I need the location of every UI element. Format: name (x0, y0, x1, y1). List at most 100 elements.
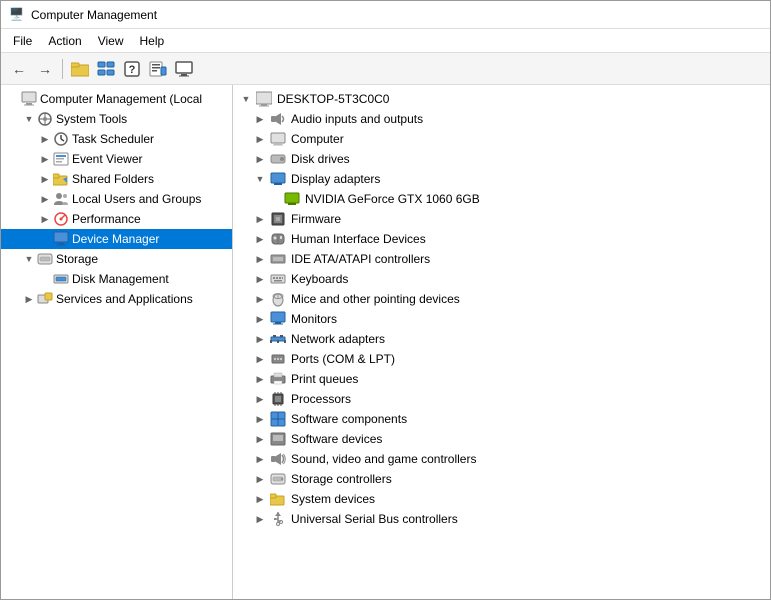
sound-expand[interactable]: ▶ (253, 452, 267, 466)
software-devices-expand[interactable]: ▶ (253, 432, 267, 446)
menu-bar: File Action View Help (1, 29, 770, 53)
hid-expand[interactable]: ▶ (253, 232, 267, 246)
main-content: Computer Management (Local ▼ System Tool… (1, 85, 770, 599)
audio-label: Audio inputs and outputs (291, 112, 423, 126)
mice-expand[interactable]: ▶ (253, 292, 267, 306)
menu-file[interactable]: File (5, 32, 40, 50)
right-item-audio[interactable]: ▶ Audio inputs and outputs (233, 109, 770, 129)
disk-drives-expand[interactable]: ▶ (253, 152, 267, 166)
right-item-software-devices[interactable]: ▶ Software devices (233, 429, 770, 449)
expand-storage[interactable]: ▼ (21, 251, 37, 267)
expand-task-scheduler[interactable]: ▶ (37, 131, 53, 147)
expand-computer-management[interactable] (5, 91, 21, 107)
display-adapters-expand[interactable]: ▼ (253, 172, 267, 186)
right-item-computer[interactable]: ▶ Computer (233, 129, 770, 149)
right-header[interactable]: ▼ DESKTOP-5T3C0C0 (233, 89, 770, 109)
right-item-mice[interactable]: ▶ Mice and other pointing devices (233, 289, 770, 309)
processors-icon (269, 391, 287, 407)
expand-system-tools[interactable]: ▼ (21, 111, 37, 127)
tree-item-computer-management[interactable]: Computer Management (Local (1, 89, 232, 109)
right-item-keyboards[interactable]: ▶ Keyboards (233, 269, 770, 289)
processors-expand[interactable]: ▶ (253, 392, 267, 406)
monitors-icon (269, 311, 287, 327)
expand-device-manager[interactable] (37, 231, 53, 247)
firmware-expand[interactable]: ▶ (253, 212, 267, 226)
right-item-display-adapters[interactable]: ▼ Display adapters (233, 169, 770, 189)
monitors-expand[interactable]: ▶ (253, 312, 267, 326)
forward-button[interactable]: → (33, 57, 57, 81)
expand-event-viewer[interactable]: ▶ (37, 151, 53, 167)
device-manager-icon (53, 231, 69, 247)
nvidia-expand[interactable] (267, 192, 281, 206)
right-item-sound[interactable]: ▶ Sound, video and game controllers (233, 449, 770, 469)
tree-item-system-tools[interactable]: ▼ System Tools (1, 109, 232, 129)
tree-item-task-scheduler[interactable]: ▶ Task Scheduler (1, 129, 232, 149)
expand-services-apps[interactable]: ▶ (21, 291, 37, 307)
desktop-label: DESKTOP-5T3C0C0 (277, 92, 389, 106)
monitor-button[interactable] (172, 57, 196, 81)
right-item-software-components[interactable]: ▶ Software components (233, 409, 770, 429)
right-item-disk-drives[interactable]: ▶ Disk drives (233, 149, 770, 169)
tree-item-disk-management[interactable]: Disk Management (1, 269, 232, 289)
ide-expand[interactable]: ▶ (253, 252, 267, 266)
properties-button[interactable] (146, 57, 170, 81)
event-viewer-label: Event Viewer (72, 152, 142, 166)
expand-local-users[interactable]: ▶ (37, 191, 53, 207)
right-item-ports[interactable]: ▶ Ports (COM & LPT) (233, 349, 770, 369)
menu-action[interactable]: Action (40, 32, 89, 50)
expand-performance[interactable]: ▶ (37, 211, 53, 227)
main-window: 🖥️ Computer Management File Action View … (0, 0, 771, 600)
audio-expand[interactable]: ▶ (253, 112, 267, 126)
services-apps-icon (37, 291, 53, 307)
right-item-hid[interactable]: ▶ Human Interface Devices (233, 229, 770, 249)
help-button[interactable]: ? (120, 57, 144, 81)
right-item-print-queues[interactable]: ▶ Print queues (233, 369, 770, 389)
right-item-processors[interactable]: ▶ Processors (233, 389, 770, 409)
right-item-firmware[interactable]: ▶ Firmware (233, 209, 770, 229)
menu-help[interactable]: Help (132, 32, 173, 50)
disk-management-icon (53, 271, 69, 287)
right-item-network[interactable]: ▶ Network adapters (233, 329, 770, 349)
tree-item-shared-folders[interactable]: ▶ Shared Folders (1, 169, 232, 189)
tree-item-performance[interactable]: ▶ Performance (1, 209, 232, 229)
system-devices-label: System devices (291, 492, 375, 506)
right-item-system-devices[interactable]: ▶ System devices (233, 489, 770, 509)
tree-item-storage[interactable]: ▼ Storage (1, 249, 232, 269)
system-devices-expand[interactable]: ▶ (253, 492, 267, 506)
storage-controllers-expand[interactable]: ▶ (253, 472, 267, 486)
right-panel[interactable]: ▼ DESKTOP-5T3C0C0 ▶ Audio inputs and out… (233, 85, 770, 599)
nvidia-icon (283, 191, 301, 207)
storage-controllers-label: Storage controllers (291, 472, 392, 486)
tree-item-device-manager[interactable]: Device Manager (1, 229, 232, 249)
folder-button[interactable] (68, 57, 92, 81)
shared-folders-icon (53, 171, 69, 187)
software-components-expand[interactable]: ▶ (253, 412, 267, 426)
performance-icon (53, 211, 69, 227)
right-item-ide[interactable]: ▶ IDE ATA/ATAPI controllers (233, 249, 770, 269)
network-expand[interactable]: ▶ (253, 332, 267, 346)
back-button[interactable]: ← (7, 57, 31, 81)
task-scheduler-icon (53, 131, 69, 147)
tree-item-local-users[interactable]: ▶ Local Users and Groups (1, 189, 232, 209)
keyboards-expand[interactable]: ▶ (253, 272, 267, 286)
task-scheduler-label: Task Scheduler (72, 132, 154, 146)
expand-shared-folders[interactable]: ▶ (37, 171, 53, 187)
menu-view[interactable]: View (90, 32, 132, 50)
tree-item-services-apps[interactable]: ▶ Services and Applications (1, 289, 232, 309)
right-item-usb[interactable]: ▶ Universal Serial Bus controllers (233, 509, 770, 529)
tree-button[interactable] (94, 57, 118, 81)
system-tools-icon (37, 111, 53, 127)
right-item-storage-controllers[interactable]: ▶ Storage controllers (233, 469, 770, 489)
print-queues-expand[interactable]: ▶ (253, 372, 267, 386)
tree-item-event-viewer[interactable]: ▶ Event Viewer (1, 149, 232, 169)
left-panel[interactable]: Computer Management (Local ▼ System Tool… (1, 85, 233, 599)
ports-icon (269, 351, 287, 367)
ports-expand[interactable]: ▶ (253, 352, 267, 366)
right-item-monitors[interactable]: ▶ Monitors (233, 309, 770, 329)
right-item-nvidia[interactable]: NVIDIA GeForce GTX 1060 6GB (233, 189, 770, 209)
computer-expand[interactable]: ▶ (253, 132, 267, 146)
toolbar-separator-1 (62, 59, 63, 79)
expand-disk-management[interactable] (37, 271, 53, 287)
header-expand[interactable]: ▼ (239, 92, 253, 106)
usb-expand[interactable]: ▶ (253, 512, 267, 526)
